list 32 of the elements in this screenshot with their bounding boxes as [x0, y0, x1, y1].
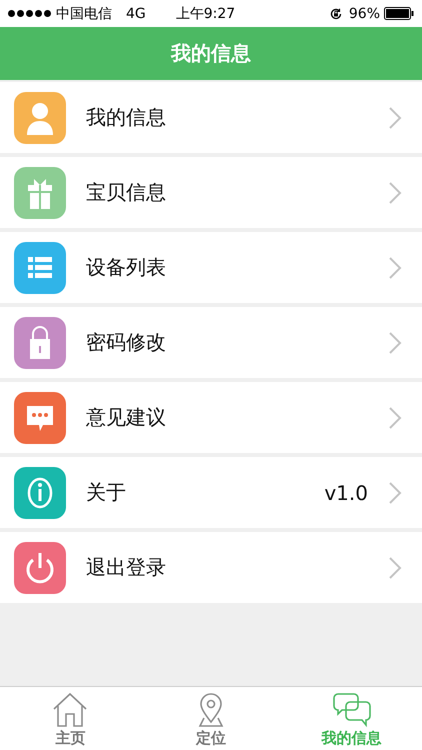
tab[interactable]: 主页: [0, 687, 141, 750]
menu-label: 宝贝信息: [86, 179, 167, 206]
chevron-icon: [388, 106, 402, 130]
menu-item[interactable]: 密码修改: [0, 307, 422, 378]
menu-label: 意见建议: [86, 404, 167, 431]
chevron-icon: [388, 556, 402, 580]
menu-label: 关于: [86, 479, 127, 506]
page-title: 我的信息: [171, 40, 251, 67]
menu-item[interactable]: 意见建议: [0, 382, 422, 453]
version-text: v1.0: [324, 480, 368, 504]
battery-icon: [384, 7, 414, 20]
tab[interactable]: 定位: [140, 687, 282, 750]
menu-item[interactable]: 我的信息: [0, 82, 422, 153]
menu-label: 密码修改: [86, 329, 167, 356]
rotation-lock-icon: [328, 6, 343, 20]
chevron-icon: [388, 256, 402, 280]
chevron-icon: [388, 406, 402, 430]
chevron-icon: [388, 480, 402, 504]
signal-icon: [8, 10, 51, 17]
menu-item[interactable]: 关于 v1.0: [0, 457, 422, 528]
menu-label: 设备列表: [86, 254, 167, 281]
menu-item[interactable]: 设备列表: [0, 232, 422, 303]
chevron-icon: [388, 180, 402, 204]
carrier-name: 中国电信: [56, 4, 112, 22]
menu-item[interactable]: 宝贝信息: [0, 157, 422, 228]
menu-item[interactable]: 退出登录: [0, 532, 422, 603]
network-type: 4G: [126, 6, 146, 22]
chevron-icon: [388, 330, 402, 354]
menu-label: 退出登录: [86, 554, 167, 581]
battery-percent: 96%: [348, 6, 380, 22]
status-time: 上午9:27: [176, 4, 236, 22]
menu-label: 我的信息: [86, 104, 167, 131]
